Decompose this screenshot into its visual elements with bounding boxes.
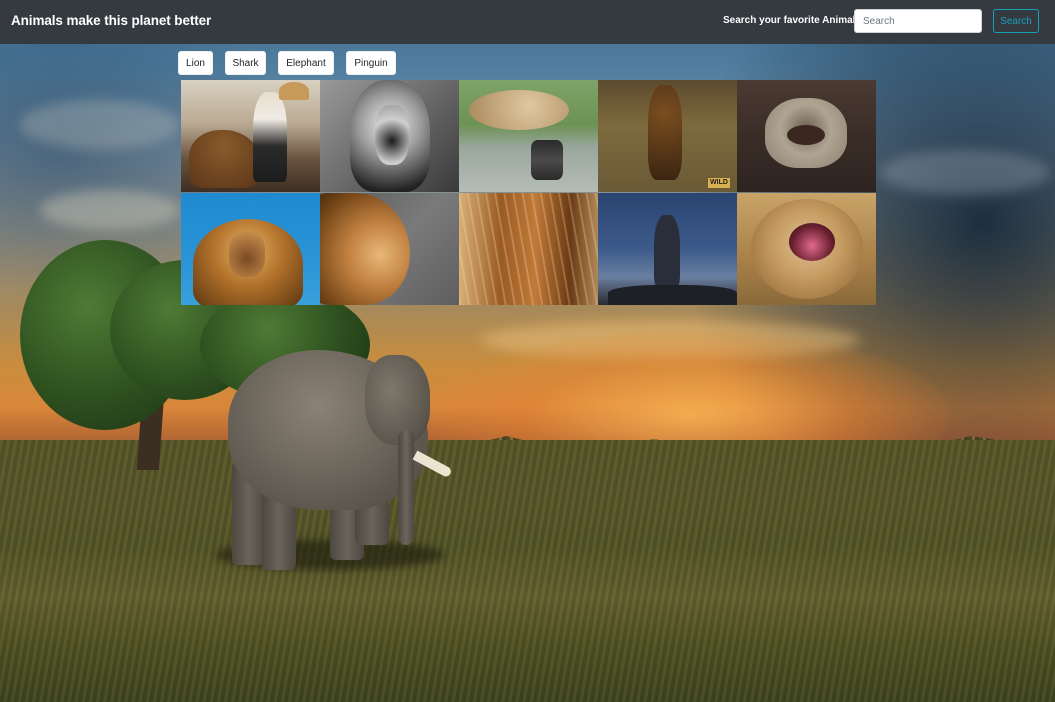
elephant-head (365, 355, 430, 445)
search-button[interactable]: Search (993, 9, 1039, 33)
gif-tile-lion-with-woman[interactable] (181, 80, 320, 192)
category-button-elephant[interactable]: Elephant (278, 51, 334, 75)
category-button-pinguin[interactable]: Pinguin (346, 51, 396, 75)
grass-field (0, 440, 1055, 702)
category-button-shark[interactable]: Shark (225, 51, 266, 75)
search-input[interactable] (854, 9, 982, 33)
lion-head (320, 193, 410, 305)
cloud (40, 190, 180, 230)
lion-face (229, 231, 265, 277)
kitten-mouth (787, 125, 825, 145)
rock-ledge (608, 285, 737, 305)
lion-mouth (789, 223, 835, 261)
navbar: Animals make this planet better Search y… (0, 0, 1055, 44)
gif-tile-lion-roaring-night[interactable] (598, 193, 737, 305)
lion-face (375, 105, 409, 165)
cloud (880, 150, 1050, 195)
brand-title[interactable]: Animals make this planet better (11, 13, 211, 28)
category-button-lion[interactable]: Lion (178, 51, 213, 75)
gif-tile-lion-walking[interactable]: WILD (598, 80, 737, 192)
rock-stack (531, 140, 563, 180)
gif-tile-lion-blue-sky[interactable] (181, 193, 320, 305)
cloud (20, 100, 180, 150)
search-label: Search your favorite Animals (723, 15, 862, 26)
gif-tile-kitten-roaring[interactable] (737, 80, 876, 192)
lamp-figure (279, 82, 309, 100)
lioness-figure (469, 90, 569, 130)
gif-tile-lion-profile[interactable] (320, 193, 459, 305)
gif-tile-lion-in-grass[interactable] (459, 193, 598, 305)
gif-tile-lion-bw[interactable] (320, 80, 459, 192)
lion-silhouette (654, 215, 680, 290)
lion-figure (648, 85, 682, 180)
lion-figure (189, 130, 259, 188)
gif-grid: WILD (181, 80, 876, 305)
elephant-trunk (398, 430, 414, 545)
gif-tile-lioness-on-table[interactable] (459, 80, 598, 192)
woman-figure (253, 92, 287, 182)
grass-overlay (459, 193, 598, 305)
watermark-logo: WILD (708, 178, 730, 188)
gif-tile-lion-yawning[interactable] (737, 193, 876, 305)
